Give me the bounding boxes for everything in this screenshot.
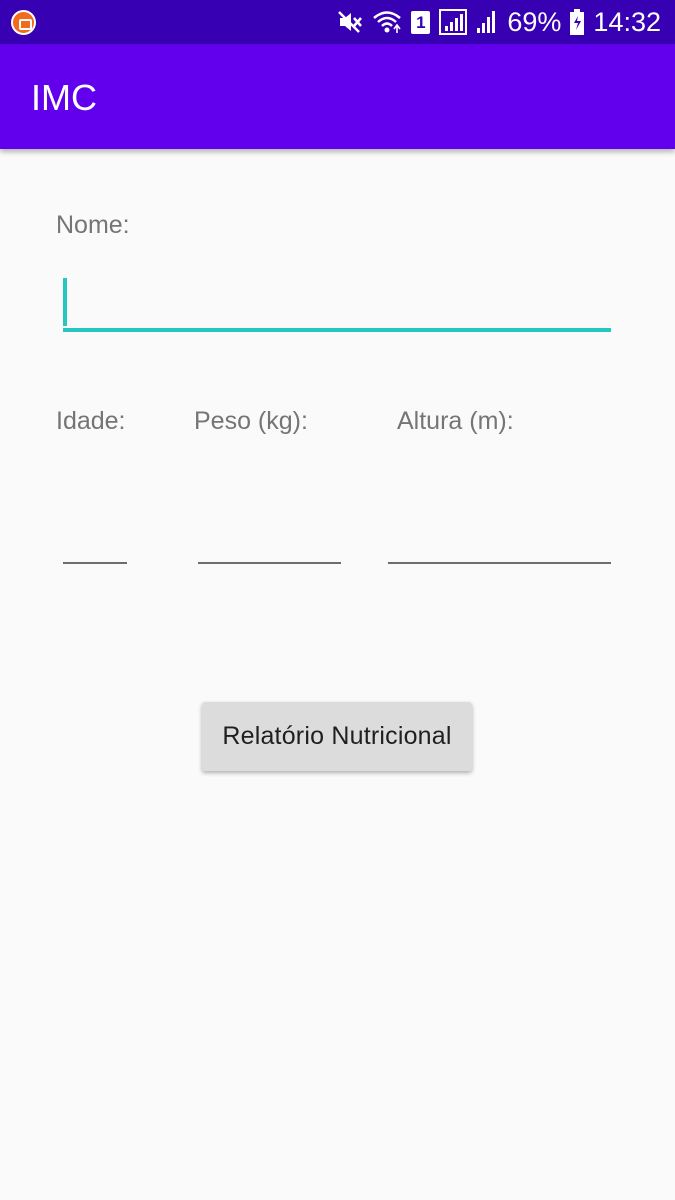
name-label: Nome: xyxy=(56,211,130,239)
battery-percentage: 69% xyxy=(507,7,562,37)
weight-label: Peso (kg): xyxy=(194,407,308,435)
height-label: Altura (m): xyxy=(397,407,514,435)
weight-input[interactable] xyxy=(198,524,341,562)
app-bar: IMC xyxy=(0,44,675,149)
age-label: Idade: xyxy=(56,407,126,435)
signal-icon xyxy=(439,9,468,35)
height-input[interactable] xyxy=(388,524,611,562)
height-field[interactable] xyxy=(388,524,611,564)
age-input[interactable] xyxy=(63,524,127,562)
app-notification-icon xyxy=(11,10,36,35)
age-field[interactable] xyxy=(63,524,127,564)
weight-field[interactable] xyxy=(198,524,341,564)
status-bar: 1 69% 14:32 xyxy=(0,0,675,44)
sim-slot-icon: 1 xyxy=(411,10,431,34)
status-icons: 1 69% 14:32 xyxy=(337,0,661,44)
app-title: IMC xyxy=(31,77,97,118)
nutrition-report-button[interactable]: Relatório Nutricional xyxy=(202,702,472,771)
signal-icon-secondary xyxy=(476,9,498,35)
mute-icon xyxy=(337,10,363,34)
name-input[interactable] xyxy=(63,290,611,328)
name-field[interactable] xyxy=(63,278,611,332)
wifi-icon xyxy=(372,9,402,35)
battery-icon xyxy=(570,9,585,35)
clock: 14:32 xyxy=(593,7,661,37)
